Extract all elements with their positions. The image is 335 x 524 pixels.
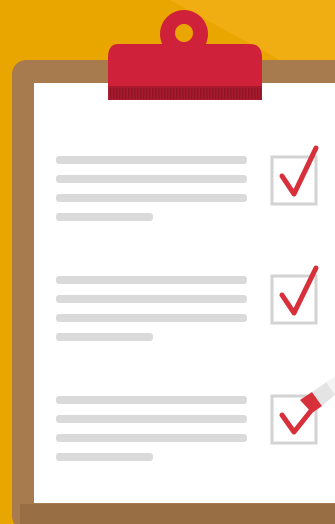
clip-tooth: [116, 88, 118, 99]
clip-tooth: [113, 88, 115, 99]
clip-tooth: [197, 88, 199, 99]
clip-tooth: [137, 88, 139, 99]
clip-tooth: [188, 88, 190, 99]
clip-body: [108, 44, 262, 86]
text-line: [56, 314, 247, 322]
clip-tooth: [212, 88, 214, 99]
text-line: [56, 396, 247, 404]
text-line: [56, 156, 247, 164]
clip-ring-hole: [175, 24, 193, 42]
clip-tooth: [230, 88, 232, 99]
text-line: [56, 295, 247, 303]
clipboard-board-shadow: [20, 504, 335, 524]
clip-tooth: [170, 88, 172, 99]
clip-tooth: [257, 88, 259, 99]
clip-tooth: [191, 88, 193, 99]
clip-tooth: [227, 88, 229, 99]
clip-tooth: [185, 88, 187, 99]
clip-tooth: [200, 88, 202, 99]
clip-tooth: [224, 88, 226, 99]
clip-tooth: [215, 88, 217, 99]
text-line: [56, 276, 247, 284]
clip-tooth: [152, 88, 154, 99]
clip-tooth: [128, 88, 130, 99]
clip-tooth: [110, 88, 112, 99]
clip-tooth: [158, 88, 160, 99]
clip-tooth: [140, 88, 142, 99]
clip-tooth: [251, 88, 253, 99]
clip-tooth: [173, 88, 175, 99]
clipboard-checklist-illustration: [0, 0, 335, 524]
clip-tooth: [182, 88, 184, 99]
clip-tooth: [209, 88, 211, 99]
clip-tooth: [218, 88, 220, 99]
clip-tooth: [179, 88, 181, 99]
clip-tooth: [194, 88, 196, 99]
clip-tooth: [203, 88, 205, 99]
clip-tooth: [239, 88, 241, 99]
text-line: [56, 415, 247, 423]
clip-tooth: [254, 88, 256, 99]
text-line: [56, 434, 247, 442]
clip-tooth: [248, 88, 250, 99]
clip-tooth: [155, 88, 157, 99]
clip-tooth: [149, 88, 151, 99]
clip-tooth: [260, 88, 262, 99]
illustration-canvas: [0, 0, 335, 524]
clip-tooth: [122, 88, 124, 99]
clip-tooth: [245, 88, 247, 99]
clip-tooth: [161, 88, 163, 99]
clip-tooth: [242, 88, 244, 99]
text-line: [56, 333, 153, 341]
clip-tooth: [167, 88, 169, 99]
clip-tooth: [143, 88, 145, 99]
clip-tooth: [146, 88, 148, 99]
clip-tooth: [176, 88, 178, 99]
text-line: [56, 453, 153, 461]
clip-tooth: [236, 88, 238, 99]
clip-tooth: [233, 88, 235, 99]
clip-tooth: [221, 88, 223, 99]
clip-tooth: [119, 88, 121, 99]
clip-tooth: [131, 88, 133, 99]
text-line: [56, 213, 153, 221]
clip-tooth: [134, 88, 136, 99]
text-line: [56, 194, 247, 202]
clip-tooth: [206, 88, 208, 99]
text-line: [56, 175, 247, 183]
clip-tooth: [164, 88, 166, 99]
clip-tooth: [125, 88, 127, 99]
